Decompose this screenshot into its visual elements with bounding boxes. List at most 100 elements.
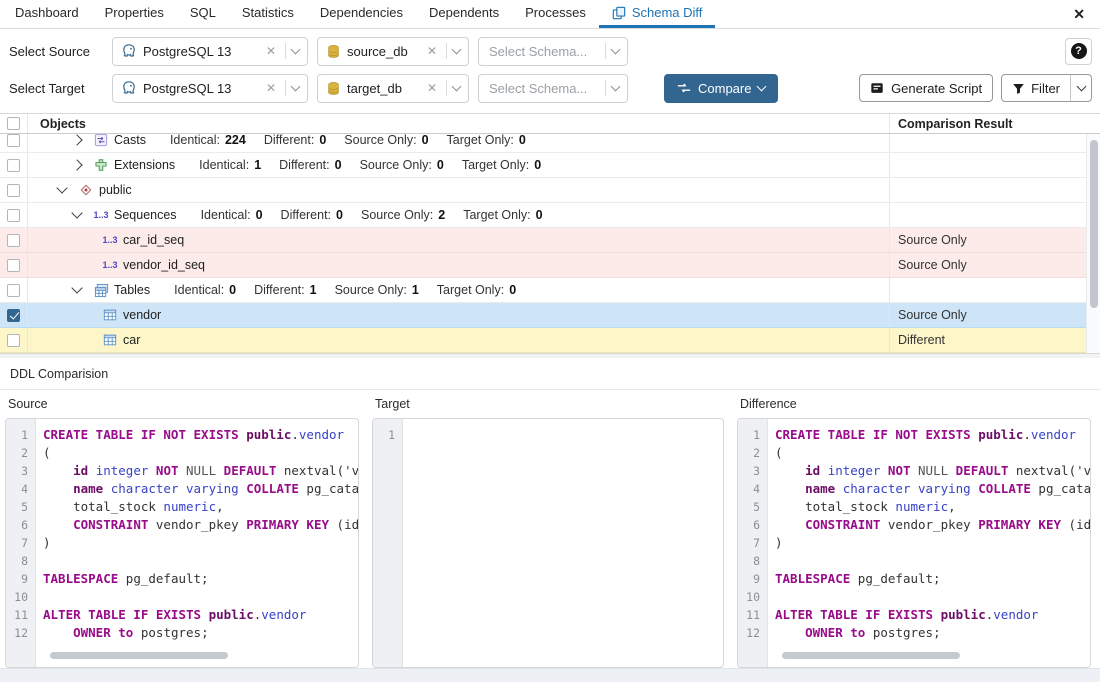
source-database-select[interactable]: source_db ✕	[317, 37, 469, 66]
chevron-down-icon	[1076, 81, 1086, 91]
clear-selection-icon[interactable]: ✕	[263, 44, 279, 58]
header-scroll-gutter	[1086, 114, 1100, 133]
row-checkbox[interactable]	[7, 334, 20, 347]
source-code-editor[interactable]: 123456789101112CREATE TABLE IF NOT EXIST…	[5, 418, 359, 668]
tab-sql[interactable]: SQL	[177, 0, 229, 28]
casts-icon	[93, 134, 109, 147]
grid-row[interactable]: vendorSource Only	[0, 303, 1100, 328]
select-divider	[605, 43, 606, 59]
expand-chevron-icon[interactable]	[71, 134, 82, 145]
sequence-icon: 1..3	[102, 235, 118, 245]
schema-diff-icon	[612, 6, 626, 20]
tab-processes[interactable]: Processes	[512, 0, 599, 28]
grid-row[interactable]: public	[0, 178, 1100, 203]
source-server-select[interactable]: PostgreSQL 13 ✕	[112, 37, 308, 66]
vertical-scrollbar-thumb[interactable]	[1090, 140, 1098, 308]
target-database-select[interactable]: target_db ✕	[317, 74, 469, 103]
tab-schema-diff[interactable]: Schema Diff	[599, 0, 716, 28]
chevron-down-icon[interactable]	[291, 44, 301, 54]
comparison-stats: Identical:224Different:0Source Only:0Tar…	[170, 134, 544, 147]
target-schema-select[interactable]: Select Schema...	[478, 74, 628, 103]
line-number-gutter: 123456789101112	[738, 419, 768, 667]
difference-code-editor[interactable]: 123456789101112CREATE TABLE IF NOT EXIST…	[737, 418, 1091, 668]
clear-selection-icon[interactable]: ✕	[424, 81, 440, 95]
comparison-result-column-header[interactable]: Comparison Result	[889, 114, 1086, 133]
tables-icon	[93, 283, 109, 298]
row-label: car	[123, 333, 140, 347]
collapse-chevron-icon[interactable]	[71, 282, 82, 293]
code-line: (	[775, 444, 1090, 462]
grid-row[interactable]: CastsIdentical:224Different:0Source Only…	[0, 134, 1100, 153]
grid-row[interactable]: TablesIdentical:0Different:1Source Only:…	[0, 278, 1100, 303]
row-label: car_id_seq	[123, 233, 184, 247]
tab-statistics[interactable]: Statistics	[229, 0, 307, 28]
grid-row[interactable]: 1..3vendor_id_seqSource Only	[0, 253, 1100, 278]
chevron-down-icon[interactable]	[452, 44, 462, 54]
tab-dashboard[interactable]: Dashboard	[2, 0, 92, 28]
compare-button[interactable]: Compare	[664, 74, 778, 103]
line-number-gutter: 123456789101112	[6, 419, 36, 667]
close-glyph: ✕	[1073, 6, 1085, 23]
stat-source-only: Source Only:0	[360, 158, 444, 172]
tab-dependents[interactable]: Dependents	[416, 0, 512, 28]
table-icon	[102, 308, 118, 322]
line-number: 3	[738, 462, 767, 480]
row-checkbox[interactable]	[7, 284, 20, 297]
object-cell: 1..3SequencesIdentical:0Different:0Sourc…	[28, 203, 889, 227]
row-label: vendor_id_seq	[123, 258, 205, 272]
collapse-chevron-icon[interactable]	[71, 207, 82, 218]
grid-row[interactable]: 1..3SequencesIdentical:0Different:0Sourc…	[0, 203, 1100, 228]
close-panel-icon[interactable]: ✕	[1058, 0, 1100, 28]
code-line	[775, 552, 1090, 570]
clear-selection-icon[interactable]: ✕	[424, 44, 440, 58]
horizontal-scrollbar-thumb[interactable]	[50, 652, 228, 659]
row-checkbox[interactable]	[7, 184, 20, 197]
objects-column-header[interactable]: Objects	[28, 117, 889, 131]
tab-dependencies[interactable]: Dependencies	[307, 0, 416, 28]
help-button[interactable]: ?	[1065, 38, 1092, 65]
line-number: 5	[738, 498, 767, 516]
script-icon	[870, 81, 884, 95]
grid-row[interactable]: carDifferent	[0, 328, 1100, 353]
stat-different: Different:0	[281, 208, 343, 222]
code-line: TABLESPACE pg_default;	[43, 570, 358, 588]
chevron-down-icon[interactable]	[452, 81, 462, 91]
horizontal-scrollbar-thumb[interactable]	[782, 652, 960, 659]
row-checkbox[interactable]	[7, 134, 20, 147]
comparison-stats: Identical:0Different:0Source Only:2Targe…	[201, 208, 561, 222]
chevron-down-icon[interactable]	[291, 81, 301, 91]
expand-chevron-icon[interactable]	[71, 159, 82, 170]
comparison-result-cell: Source Only	[889, 303, 1086, 327]
grid-row[interactable]: ExtensionsIdentical:1Different:0Source O…	[0, 153, 1100, 178]
select-divider	[446, 43, 447, 59]
line-number: 4	[6, 480, 35, 498]
line-number: 1	[373, 426, 402, 444]
generate-script-button[interactable]: Generate Script	[859, 74, 993, 102]
select-all-checkbox[interactable]	[7, 117, 20, 130]
clear-selection-icon[interactable]: ✕	[263, 81, 279, 95]
row-checkbox[interactable]	[7, 209, 20, 222]
tab-label: Dependents	[429, 5, 499, 20]
row-checkbox[interactable]	[7, 309, 20, 322]
select-all-cell	[0, 114, 28, 133]
vertical-scrollbar[interactable]	[1086, 134, 1100, 353]
row-checkbox[interactable]	[7, 159, 20, 172]
filter-button[interactable]: Filter	[1002, 75, 1070, 101]
object-cell: TablesIdentical:0Different:1Source Only:…	[28, 278, 889, 302]
selected-database-value: target_db	[347, 81, 402, 96]
target-code-editor[interactable]: 1	[372, 418, 724, 668]
tab-properties[interactable]: Properties	[92, 0, 177, 28]
line-number: 1	[738, 426, 767, 444]
code-line: total_stock numeric,	[775, 498, 1090, 516]
source-schema-select[interactable]: Select Schema...	[478, 37, 628, 66]
target-server-select[interactable]: PostgreSQL 13 ✕	[112, 74, 308, 103]
row-checkbox[interactable]	[7, 234, 20, 247]
code-line: id integer NOT NULL DEFAULT nextval('ven…	[43, 462, 358, 480]
grid-row[interactable]: 1..3car_id_seqSource Only	[0, 228, 1100, 253]
chevron-down-icon[interactable]	[611, 81, 621, 91]
line-number: 12	[6, 624, 35, 642]
row-checkbox[interactable]	[7, 259, 20, 272]
collapse-chevron-icon[interactable]	[56, 182, 67, 193]
filter-dropdown-button[interactable]	[1070, 75, 1091, 101]
chevron-down-icon[interactable]	[611, 44, 621, 54]
